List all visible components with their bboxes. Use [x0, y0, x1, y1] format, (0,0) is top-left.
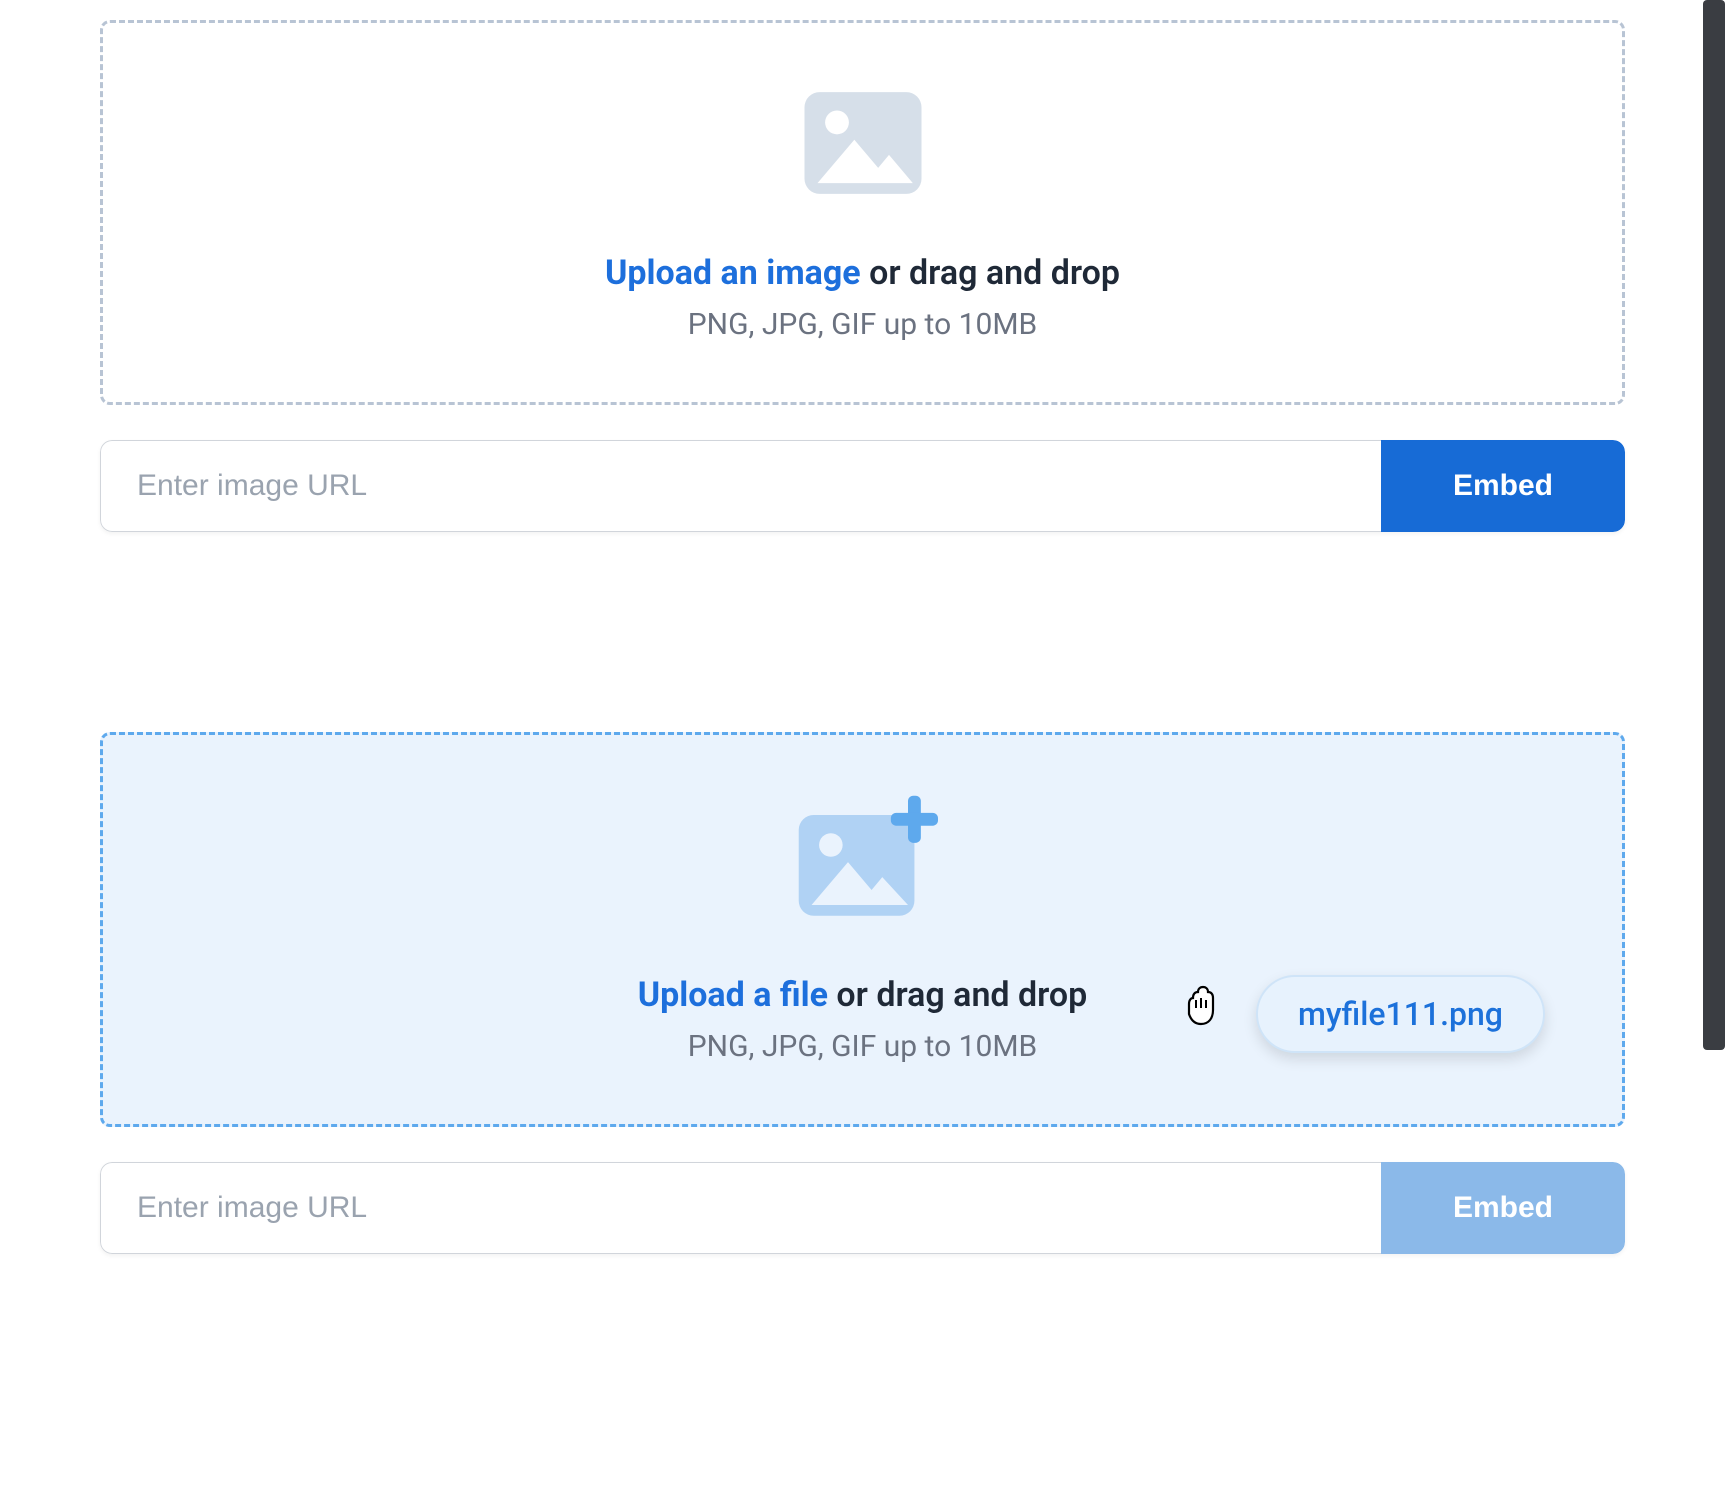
upload-text: Upload an image or drag and drop	[123, 253, 1602, 293]
upload-text: Upload a file or drag and drop	[123, 975, 1602, 1015]
upload-link[interactable]: Upload an image	[605, 253, 861, 293]
upload-link[interactable]: Upload a file	[638, 975, 828, 1015]
drag-text: or drag and drop	[828, 975, 1087, 1015]
drag-text: or drag and drop	[861, 253, 1120, 293]
embed-button[interactable]: Embed	[1381, 440, 1625, 532]
upload-hint: PNG, JPG, GIF up to 10MB	[123, 1029, 1602, 1064]
embed-button-faded[interactable]: Embed	[1381, 1162, 1625, 1254]
image-upload-block-1: Upload an image or drag and drop PNG, JP…	[100, 20, 1625, 532]
scrollbar-thumb[interactable]	[1703, 0, 1725, 1050]
image-placeholder-icon	[123, 83, 1602, 203]
file-url-input[interactable]	[100, 1162, 1381, 1254]
image-url-row: Embed	[100, 440, 1625, 532]
upload-hint: PNG, JPG, GIF up to 10MB	[123, 307, 1602, 342]
dropzone-file-active[interactable]: Upload a file or drag and drop PNG, JPG,…	[100, 732, 1625, 1127]
image-add-icon	[123, 795, 1602, 925]
file-upload-block-2: Upload a file or drag and drop PNG, JPG,…	[100, 732, 1625, 1254]
scrollbar-track[interactable]	[1703, 0, 1725, 1488]
file-url-row: Embed	[100, 1162, 1625, 1254]
dropzone-image[interactable]: Upload an image or drag and drop PNG, JP…	[100, 20, 1625, 405]
image-url-input[interactable]	[100, 440, 1381, 532]
